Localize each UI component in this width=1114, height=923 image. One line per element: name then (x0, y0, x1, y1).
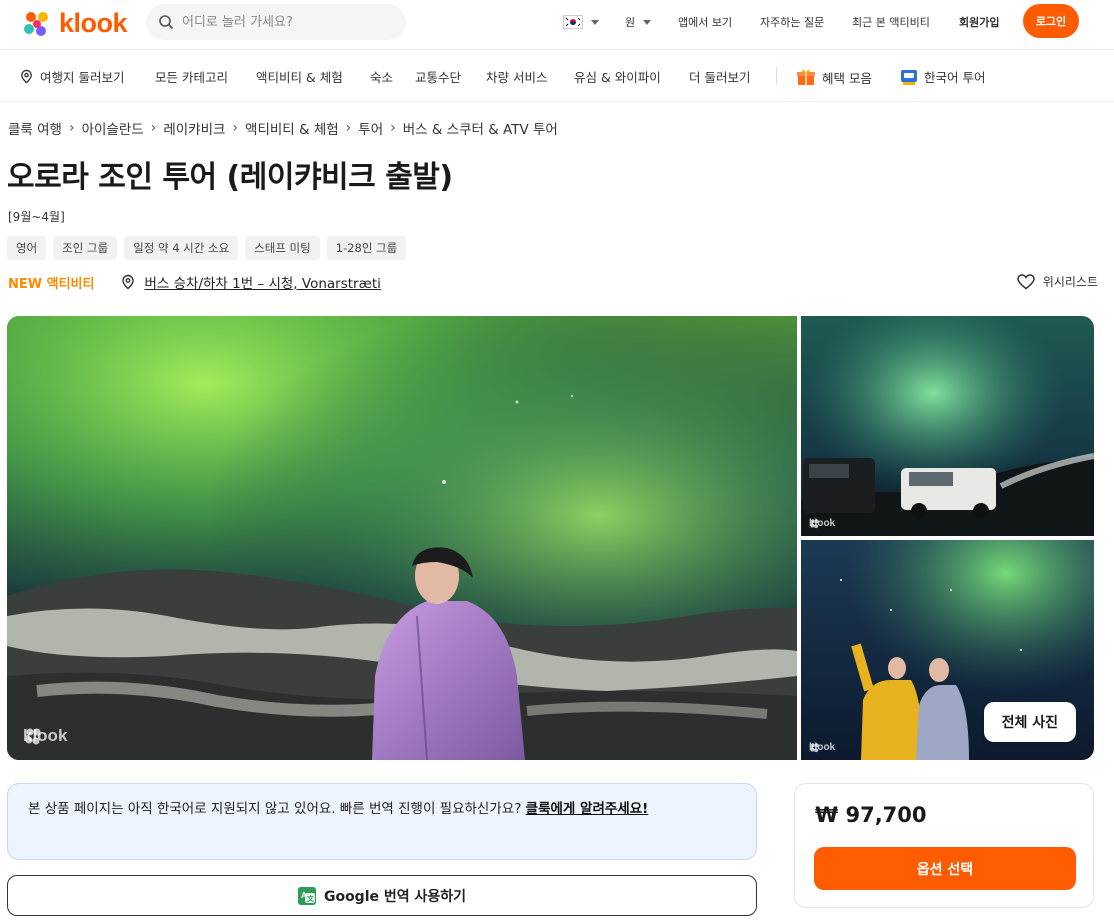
klook-logo[interactable]: klook (21, 8, 128, 39)
breadcrumb-item[interactable]: 레이캬비크 (163, 118, 225, 138)
thumbnail-photo[interactable]: klook (801, 316, 1094, 536)
korean-tour-label: 한국어 투어 (924, 70, 986, 85)
wishlist-label: 위시리스트 (1042, 275, 1098, 289)
login-button[interactable]: 로그인 (1023, 4, 1079, 38)
chevron-down-icon (591, 19, 599, 25)
chevron-right-icon: › (390, 120, 396, 136)
search-icon (159, 15, 174, 30)
translation-notice: 본 상품 페이지는 아직 한국어로 지원되지 않고 있어요. 빠른 번역 진행이… (7, 783, 757, 860)
chevron-down-icon (643, 19, 652, 25)
tag-group-type: 조인 그룹 (53, 236, 118, 260)
nav-transport[interactable]: 교통수단 (415, 67, 461, 86)
photo-gallery: klook klook klook 전체 사진 (7, 316, 1094, 760)
notice-text: 본 상품 페이지는 아직 한국어로 지원되지 않고 있어요. 빠른 번역 진행이… (28, 801, 526, 817)
breadcrumb-item[interactable]: 버스 & 스쿠터 & ATV 투어 (403, 118, 558, 138)
explore-label: 여행지 둘러보기 (40, 70, 125, 85)
explore-destinations[interactable]: 여행지 둘러보기 (19, 67, 124, 86)
location-link[interactable]: 버스 승차/하차 1번 – 시청, Vonarstræti (144, 272, 380, 292)
nav-korean-tour[interactable]: 한국어 투어 (900, 67, 985, 86)
location-pin-icon (122, 274, 135, 290)
watermark: klook (23, 726, 67, 746)
language-selector[interactable] (563, 0, 599, 44)
google-translate-button[interactable]: A 文 Google 번역 사용하기 (7, 875, 757, 916)
chevron-right-icon: › (150, 120, 157, 136)
nav-activities[interactable]: 액티비티 & 체험 (256, 67, 343, 86)
new-activity-badge: NEW 액티비티 (8, 276, 95, 292)
search-input[interactable] (182, 14, 392, 30)
nav-more[interactable]: 더 둘러보기 (689, 67, 750, 86)
gift-icon (797, 69, 815, 85)
nav-deals[interactable]: 혜택 모음 (796, 67, 872, 87)
signup-link[interactable]: 회원가입 (959, 14, 999, 30)
heart-icon (1017, 273, 1035, 289)
breadcrumb: 클룩 여행 › 아이슬란드 › 레이캬비크 › 액티비티 & 체험 › 투어 ›… (8, 118, 558, 138)
svg-text:文: 文 (307, 894, 315, 903)
page-title: 오로라 조인 투어 (레이캬비크 출발) (7, 160, 453, 195)
faq-link[interactable]: 자주하는 질문 (760, 14, 824, 30)
watermark: klook (809, 518, 835, 529)
tag-duration: 일정 약 4 시간 소요 (124, 236, 239, 260)
breadcrumb-item[interactable]: 액티비티 & 체험 (245, 118, 339, 138)
chevron-right-icon: › (345, 120, 352, 136)
activity-tags: 영어 조인 그룹 일정 약 4 시간 소요 스태프 미팅 1-28인 그룹 (7, 236, 407, 260)
klook-watermark-icon (810, 743, 819, 753)
korea-flag-icon (563, 15, 583, 29)
recent-viewed-link[interactable]: 최근 본 액티비티 (852, 14, 930, 30)
korean-tour-icon (901, 69, 917, 85)
tag-meeting: 스태프 미팅 (245, 236, 320, 260)
select-option-button[interactable]: 옵션 선택 (814, 847, 1076, 890)
watermark: klook (809, 742, 835, 753)
activity-meta: NEW 액티비티 버스 승차/하차 1번 – 시청, Vonarstræti 위… (8, 271, 1098, 293)
currency-label: 원 (625, 16, 636, 29)
nav-all-categories[interactable]: 모든 카테고리 (155, 67, 228, 86)
price: ₩ 97,700 (815, 803, 927, 827)
klook-watermark-icon (25, 728, 41, 745)
nav-hotels[interactable]: 숙소 (370, 67, 393, 86)
wishlist-button[interactable]: 위시리스트 (1017, 273, 1098, 290)
view-all-photos-button[interactable]: 전체 사진 (983, 702, 1076, 742)
booking-card: ₩ 97,700 옵션 선택 (794, 783, 1094, 908)
breadcrumb-item[interactable]: 투어 (358, 118, 383, 138)
main-photo[interactable]: klook (7, 316, 797, 760)
nav-sim-wifi[interactable]: 유심 & 와이파이 (574, 67, 661, 86)
klook-logo-icon (24, 11, 48, 36)
divider (776, 67, 777, 85)
thumbnail-photo[interactable]: klook 전체 사진 (801, 540, 1094, 760)
tag-language: 영어 (7, 236, 47, 260)
notify-klook-link[interactable]: 클룩에게 알려주세요! (526, 801, 649, 817)
season-label: [9월~4월] (8, 210, 65, 224)
currency-selector[interactable]: 원 (625, 0, 652, 44)
meeting-location[interactable]: 버스 승차/하차 1번 – 시청, Vonarstræti (120, 272, 381, 292)
google-translate-label: Google 번역 사용하기 (323, 888, 467, 905)
nav-car-service[interactable]: 차량 서비스 (486, 67, 547, 86)
location-pin-icon (21, 69, 32, 84)
chevron-right-icon: › (68, 120, 75, 136)
header: klook 원 앱에서 보기 자주하는 질문 (0, 0, 1114, 50)
google-translate-icon: A 文 (297, 886, 316, 905)
category-nav: 여행지 둘러보기 모든 카테고리 액티비티 & 체험 숙소 교통수단 차량 서비… (0, 51, 1114, 102)
deals-label: 혜택 모음 (822, 70, 872, 86)
tag-group-size: 1-28인 그룹 (326, 236, 407, 260)
brand-name: klook (59, 8, 128, 38)
chevron-right-icon: › (232, 120, 239, 136)
breadcrumb-item[interactable]: 클룩 여행 (8, 118, 62, 138)
klook-watermark-icon (810, 519, 819, 529)
search-bar[interactable] (146, 4, 406, 40)
breadcrumb-item[interactable]: 아이슬란드 (82, 118, 144, 138)
app-link[interactable]: 앱에서 보기 (678, 14, 732, 30)
